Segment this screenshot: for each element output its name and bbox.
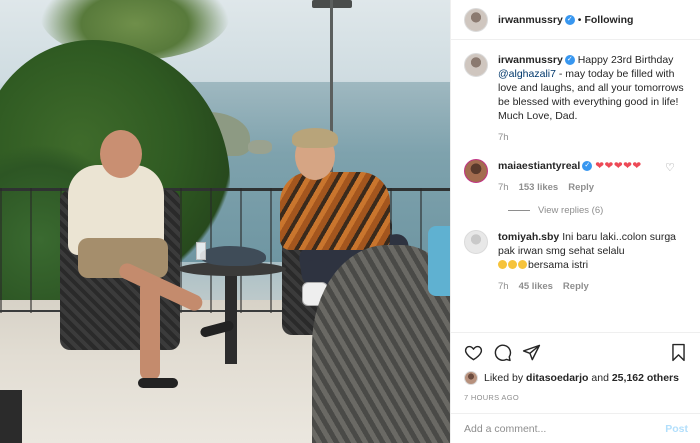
post-timestamp[interactable]: 7 HOURS AGO xyxy=(464,393,688,402)
post-side-panel: irwanmussry ✓ • Following irwanmussry ✓ H… xyxy=(450,0,700,443)
caption: irwanmussry ✓ Happy 23rd Birthday @alghaz… xyxy=(464,53,688,145)
following-button[interactable]: Following xyxy=(584,14,633,26)
comment-time[interactable]: 7h xyxy=(498,280,509,294)
avatar[interactable] xyxy=(464,53,488,77)
share-paper-plane-icon[interactable] xyxy=(522,343,541,362)
photo-boy-hair xyxy=(292,128,338,148)
verified-badge-icon: ✓ xyxy=(564,55,575,66)
header-separator: • xyxy=(577,13,582,26)
caption-signoff: Much Love, Dad. xyxy=(498,110,578,122)
comment-item: tomiyah.sby Ini baru laki..colon surga p… xyxy=(464,230,688,294)
comments-section[interactable]: irwanmussry ✓ Happy 23rd Birthday @alghaz… xyxy=(451,41,700,332)
comment-meta: 7h 45 likes Reply xyxy=(498,280,688,294)
comment-username[interactable]: maiaestiantyreal xyxy=(498,160,580,172)
photo-corner-object xyxy=(0,390,22,443)
liked-by: Liked by ditasoedarjo and 25,162 others xyxy=(464,371,688,385)
photo-rock xyxy=(248,140,272,154)
view-replies-line xyxy=(508,210,530,211)
comment-bubble-icon[interactable] xyxy=(493,343,512,362)
comment-item: maiaestiantyreal ✓ ❤❤❤❤❤ 7h 153 likes Rep… xyxy=(464,159,688,195)
view-replies-button[interactable]: View replies (6) xyxy=(508,205,688,216)
action-icons xyxy=(464,341,688,363)
comment-like-heart-icon[interactable]: ♡ xyxy=(665,163,675,174)
caption-text: Happy 23rd Birthday xyxy=(577,54,674,66)
photo-man-leg xyxy=(140,280,160,380)
smile-emoji-icon xyxy=(518,260,527,269)
view-replies-label: View replies (6) xyxy=(538,205,604,216)
comment-body: tomiyah.sby Ini baru laki..colon surga p… xyxy=(498,230,688,294)
avatar[interactable] xyxy=(464,371,478,385)
comment-body: maiaestiantyreal ✓ ❤❤❤❤❤ 7h 153 likes Rep… xyxy=(498,159,688,195)
liked-by-count[interactable]: 25,162 others xyxy=(612,372,679,384)
comment-like-heart-icon[interactable]: ♡ xyxy=(665,234,675,245)
photo-glass xyxy=(196,242,206,260)
comment-text: bersama istri xyxy=(528,259,589,271)
photo-boy-shirt xyxy=(280,172,390,250)
comment-input[interactable] xyxy=(464,422,666,435)
caption-mention[interactable]: @alghazali7 xyxy=(498,68,556,80)
verified-badge-icon: ✓ xyxy=(564,14,575,25)
verified-badge-icon: ✓ xyxy=(582,161,593,172)
post-actions: Liked by ditasoedarjo and 25,162 others … xyxy=(451,332,700,402)
photo-dolphin-statue xyxy=(200,246,266,266)
bookmark-icon[interactable] xyxy=(669,343,688,362)
comment-meta: 7h 153 likes Reply xyxy=(498,181,688,195)
liked-by-user[interactable]: ditasoedarjo xyxy=(526,372,588,384)
comment-time[interactable]: 7h xyxy=(498,181,509,195)
liked-by-prefix: Liked by xyxy=(484,372,524,384)
caption-time[interactable]: 7h xyxy=(498,131,509,145)
post-photo[interactable] xyxy=(0,0,450,443)
liked-by-middle: and xyxy=(591,372,609,384)
caption-meta: 7h xyxy=(498,131,688,145)
instagram-post: irwanmussry ✓ • Following irwanmussry ✓ H… xyxy=(0,0,700,443)
reply-button[interactable]: Reply xyxy=(563,280,589,294)
caption-username[interactable]: irwanmussry xyxy=(498,54,563,66)
comment-username[interactable]: tomiyah.sby xyxy=(498,231,559,243)
post-button[interactable]: Post xyxy=(665,423,688,435)
header-user: irwanmussry ✓ • Following xyxy=(498,14,633,26)
avatar[interactable] xyxy=(464,7,488,32)
comment-likes[interactable]: 153 likes xyxy=(519,181,559,195)
photo-man-sandal xyxy=(138,378,178,388)
header-username[interactable]: irwanmussry xyxy=(498,14,563,26)
photo-cushion xyxy=(428,226,450,296)
caption-body: irwanmussry ✓ Happy 23rd Birthday @alghaz… xyxy=(498,53,688,145)
comment-likes[interactable]: 45 likes xyxy=(519,280,553,294)
add-comment-bar: Post xyxy=(451,413,700,443)
post-header: irwanmussry ✓ • Following xyxy=(451,0,700,40)
avatar[interactable] xyxy=(464,159,488,183)
photo-table-leg xyxy=(225,274,237,364)
avatar[interactable] xyxy=(464,230,488,254)
reply-button[interactable]: Reply xyxy=(568,181,594,195)
comment-text: ❤❤❤❤❤ xyxy=(595,160,642,172)
photo-man-head xyxy=(100,130,142,178)
smile-emoji-icon xyxy=(498,260,507,269)
like-heart-icon[interactable] xyxy=(464,343,483,362)
smile-emoji-icon xyxy=(508,260,517,269)
